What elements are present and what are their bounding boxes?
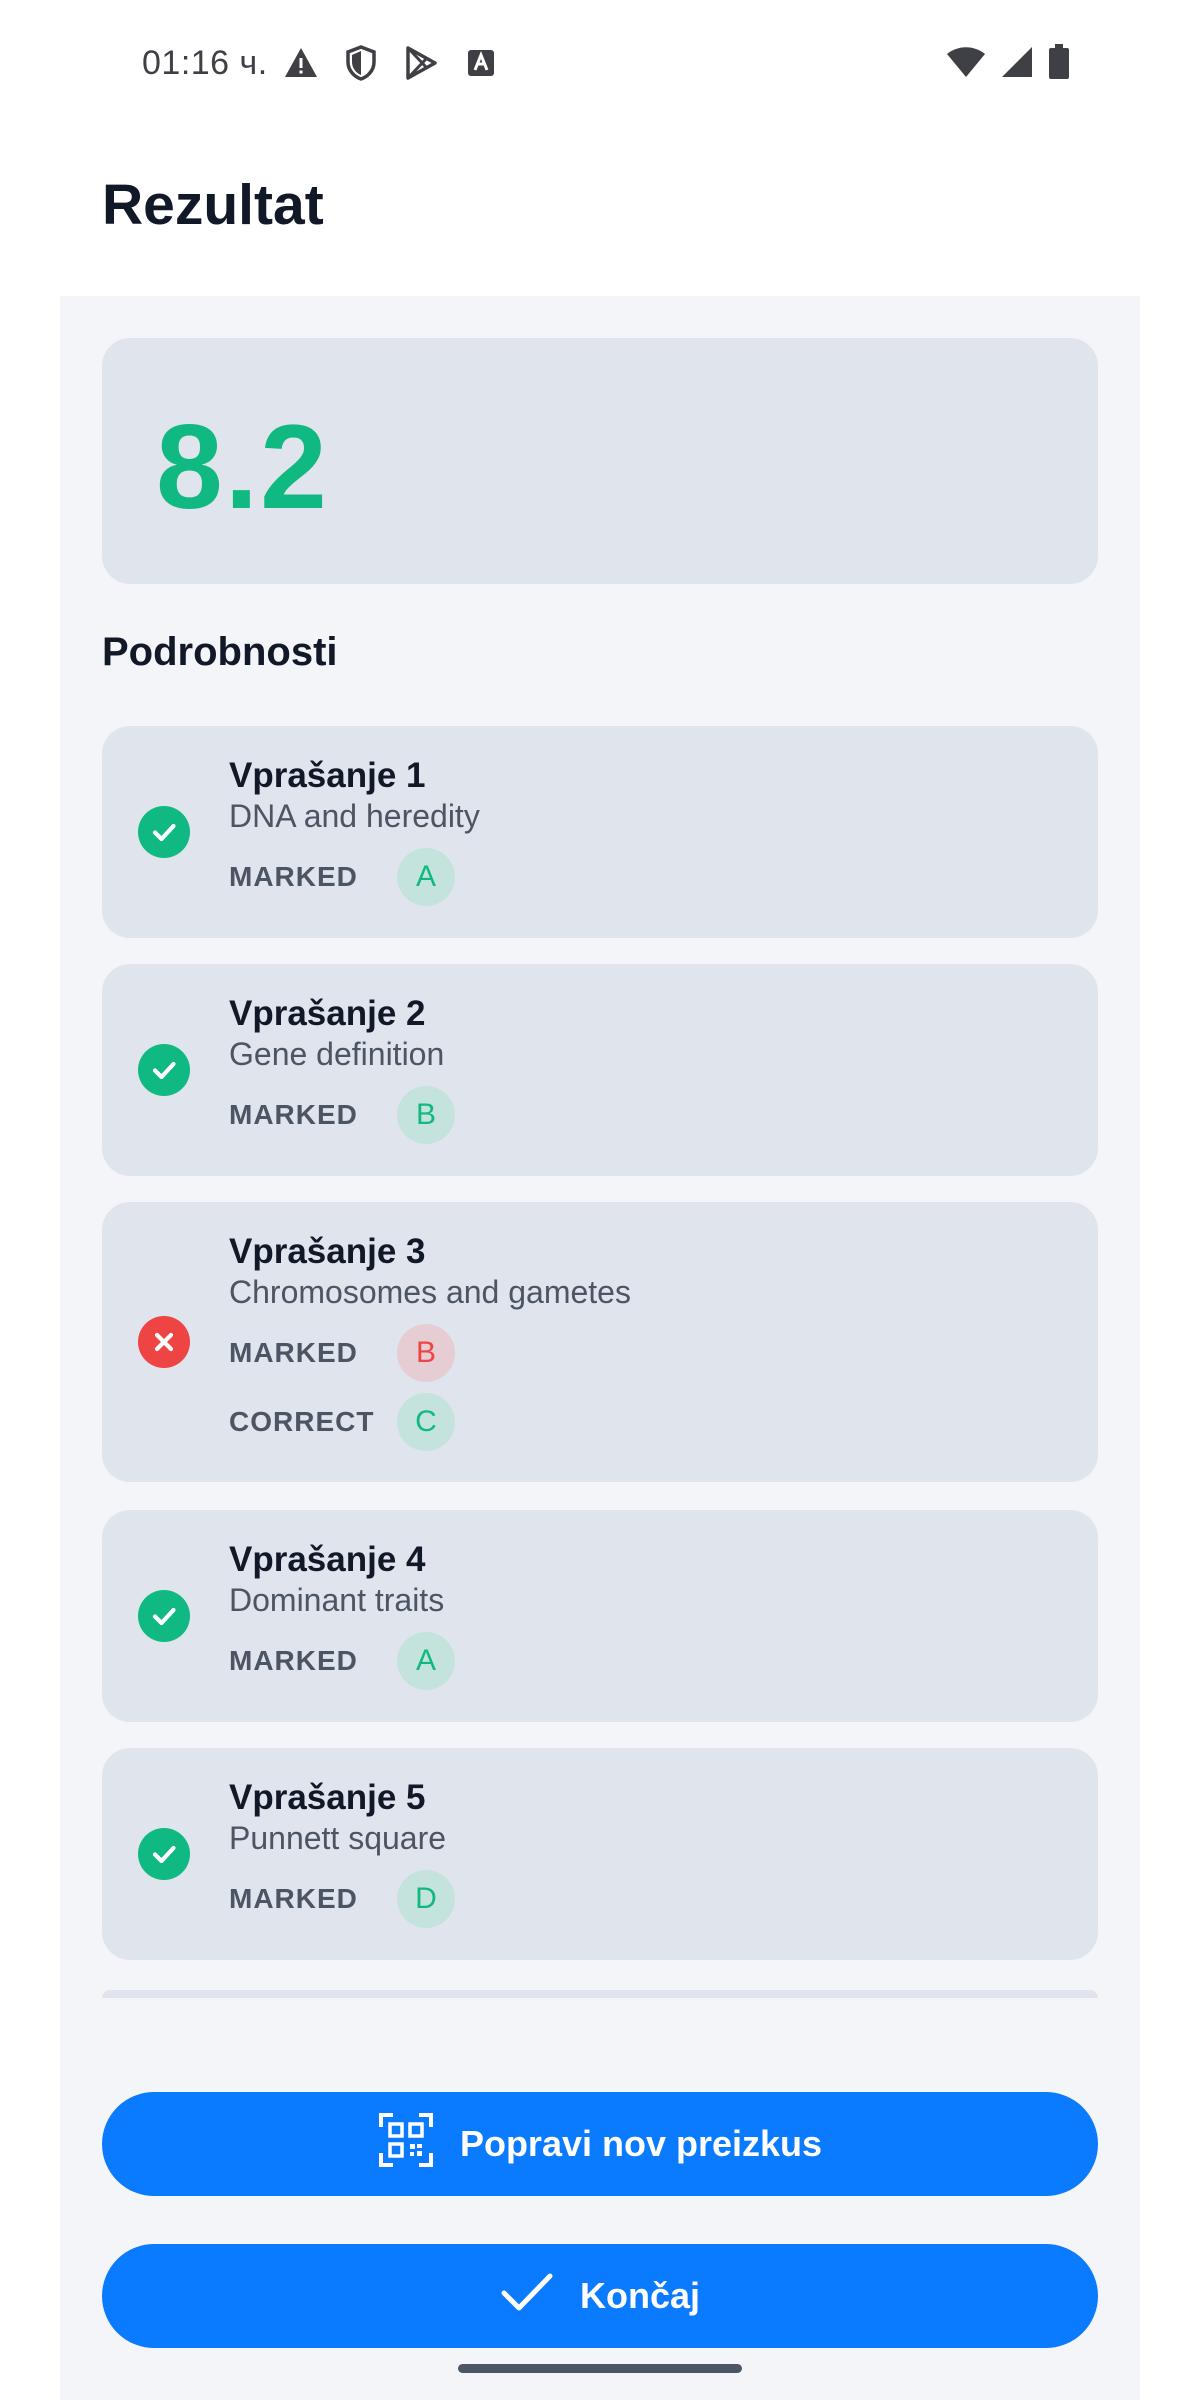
- scan-new-test-label: Popravi nov preizkus: [459, 2123, 823, 2164]
- marked-answer-badge: D: [397, 1870, 455, 1928]
- correct-row: CORRECT C: [229, 1393, 455, 1451]
- scan-new-test-button[interactable]: Popravi nov preizkus: [102, 2092, 1098, 2196]
- correct-check-icon: [138, 1044, 190, 1096]
- play-store-icon: [402, 44, 440, 82]
- score-value: 8.2: [156, 400, 329, 534]
- marked-label: MARKED: [229, 1645, 358, 1676]
- question-topic: Dominant traits: [229, 1582, 445, 1618]
- marked-label: MARKED: [229, 1883, 358, 1914]
- check-icon: [500, 2270, 554, 2323]
- warning-icon: [282, 44, 320, 82]
- page-title: Rezultat: [102, 173, 324, 237]
- question-list[interactable]: Vprašanje 1 DNA and heredity MARKED A Vp…: [102, 726, 1098, 1990]
- question-title: Vprašanje 5: [229, 1778, 426, 1817]
- details-heading: Podrobnosti: [102, 630, 338, 674]
- status-system-icons: [946, 44, 1070, 85]
- correct-label: CORRECT: [229, 1406, 375, 1437]
- marked-row: MARKED B: [229, 1324, 455, 1382]
- question-topic: Gene definition: [229, 1036, 445, 1072]
- finish-button[interactable]: Končaj: [102, 2244, 1098, 2348]
- shield-icon: [342, 44, 380, 82]
- score-card: 8.2: [102, 338, 1098, 584]
- marked-label: MARKED: [229, 1099, 358, 1130]
- question-card[interactable]: Vprašanje 2 Gene definition MARKED B: [102, 964, 1098, 1176]
- question-card[interactable]: Vprašanje 5 Punnett square MARKED D: [102, 1748, 1098, 1960]
- marked-row: MARKED B: [229, 1086, 455, 1144]
- marked-answer-badge: A: [397, 848, 455, 906]
- marked-label: MARKED: [229, 1337, 358, 1368]
- results-panel[interactable]: 8.2 Podrobnosti Vprašanje 1 DNA and here…: [60, 296, 1140, 2400]
- correct-check-icon: [138, 1590, 190, 1642]
- marked-answer-badge: B: [397, 1324, 455, 1382]
- marked-answer-badge: A: [397, 1632, 455, 1690]
- question-card[interactable]: Vprašanje 3 Chromosomes and gametes MARK…: [102, 1202, 1098, 1482]
- marked-answer-badge: B: [397, 1086, 455, 1144]
- correct-check-icon: [138, 1828, 190, 1880]
- incorrect-x-icon: [138, 1316, 190, 1368]
- battery-icon: [1048, 44, 1070, 85]
- home-indicator[interactable]: [458, 2364, 742, 2373]
- next-question-card-peek: [102, 1990, 1098, 1998]
- status-time: 01:16 ч.: [142, 44, 268, 82]
- correct-answer-badge: C: [397, 1393, 455, 1451]
- question-title: Vprašanje 4: [229, 1540, 426, 1579]
- marked-label: MARKED: [229, 861, 358, 892]
- marked-row: MARKED A: [229, 1632, 455, 1690]
- status-bar: 01:16 ч.: [0, 0, 1200, 130]
- question-topic: Punnett square: [229, 1820, 447, 1856]
- question-title: Vprašanje 2: [229, 994, 426, 1033]
- correct-check-icon: [138, 806, 190, 858]
- wifi-icon: [946, 46, 986, 83]
- question-card[interactable]: Vprašanje 4 Dominant traits MARKED A: [102, 1510, 1098, 1722]
- text-box-icon: [462, 44, 500, 82]
- question-title: Vprašanje 3: [229, 1232, 426, 1271]
- question-card[interactable]: Vprašanje 1 DNA and heredity MARKED A: [102, 726, 1098, 938]
- cell-signal-icon: [1000, 46, 1034, 83]
- question-topic: DNA and heredity: [229, 798, 480, 834]
- question-topic: Chromosomes and gametes: [229, 1274, 631, 1310]
- marked-row: MARKED D: [229, 1870, 455, 1928]
- marked-row: MARKED A: [229, 848, 455, 906]
- qr-scan-icon: [378, 2112, 434, 2177]
- status-notification-icons: [282, 44, 500, 82]
- question-title: Vprašanje 1: [229, 756, 426, 795]
- finish-label: Končaj: [579, 2275, 701, 2316]
